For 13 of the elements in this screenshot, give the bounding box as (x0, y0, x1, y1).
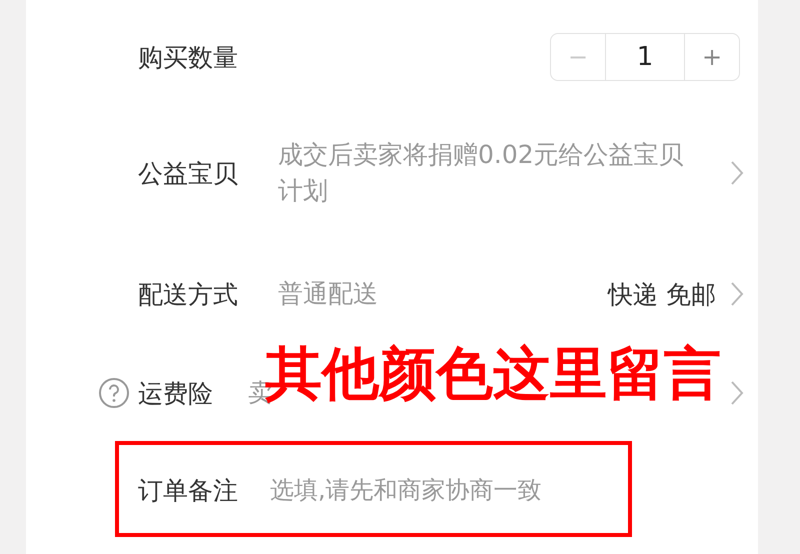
row-label: 购买数量 (138, 42, 239, 74)
row-label: 订单备注 (138, 474, 239, 506)
row-value: 成交后卖家将捐赠0.02元给公益宝贝计划 (278, 139, 685, 207)
row-label: 公益宝贝 (138, 158, 239, 190)
question-icon[interactable] (98, 377, 130, 409)
row-detail: 快递 免邮 (608, 278, 716, 310)
notes-field[interactable]: 选填,请先和商家协商一致 (270, 472, 744, 508)
chevron-right-icon[interactable] (730, 281, 744, 307)
row-value: 普通配送 (278, 278, 379, 310)
chevron-right-icon[interactable] (730, 380, 744, 406)
row-label: 运费险 (138, 378, 214, 410)
chevron-right-icon[interactable] (730, 160, 744, 186)
row-label: 配送方式 (138, 278, 239, 310)
